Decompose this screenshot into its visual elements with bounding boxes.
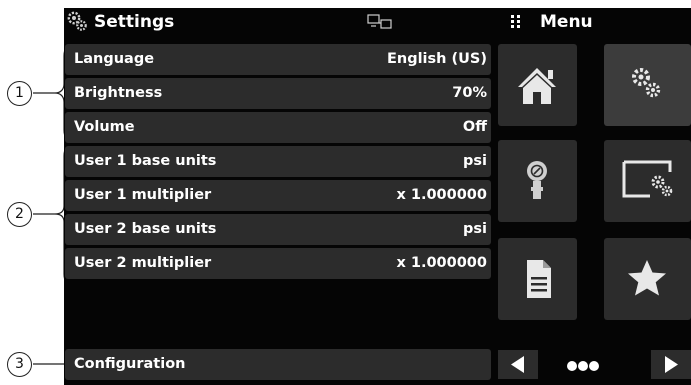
previous-page-button[interactable] [498,350,538,379]
settings-row-user1-base-units[interactable]: User 1 base units psi [65,146,491,177]
settings-gears-icon [67,11,87,31]
row-label: User 2 multiplier [74,255,212,271]
menu-tile-pressure[interactable] [498,140,577,222]
settings-row-user1-multiplier[interactable]: User 1 multiplier x 1.000000 [65,180,491,211]
page-indicator-dots-icon [567,361,599,371]
settings-gears-icon [632,68,661,98]
row-label: User 1 multiplier [74,187,212,203]
menu-tile-settings[interactable] [604,44,691,126]
configuration-label: Configuration [74,356,186,372]
callout-3: 3 [7,352,32,377]
triangle-right-icon [665,356,678,373]
row-label: Language [74,51,155,67]
menu-tile-favorites[interactable] [604,238,691,320]
row-value: English (US) [386,51,487,67]
row-label: Brightness [74,85,163,101]
callout-2: 2 [7,202,32,227]
page-title: Settings [94,12,175,32]
row-label: Volume [74,119,135,135]
menu-tile-display[interactable] [604,140,691,222]
menu-tile-home[interactable] [498,44,577,126]
row-value: psi [463,153,487,169]
row-value: 70% [452,85,487,101]
grip-icon [511,15,520,28]
menu-tile-document[interactable] [498,238,577,320]
row-value: x 1.000000 [396,255,487,271]
document-icon [527,260,551,298]
next-page-button[interactable] [651,350,691,379]
home-icon [518,68,556,104]
row-value: x 1.000000 [396,187,487,203]
row-label: User 1 base units [74,153,217,169]
row-label: User 2 base units [74,221,217,237]
settings-row-user2-multiplier[interactable]: User 2 multiplier x 1.000000 [65,248,491,279]
settings-row-volume[interactable]: Volume Off [65,112,491,143]
configuration-button[interactable]: Configuration [65,349,491,380]
star-icon [628,260,666,296]
display-settings-icon [622,160,673,198]
settings-row-user2-base-units[interactable]: User 2 base units psi [65,214,491,245]
settings-row-language[interactable]: Language English (US) [65,44,491,75]
callout-1: 1 [7,81,32,106]
triangle-left-icon [511,356,524,373]
menu-label: Menu [540,12,593,32]
row-value: Off [462,119,487,135]
connection-status-icon [367,14,392,29]
settings-row-brightness[interactable]: Brightness 70% [65,78,491,109]
pressure-gauge-icon [527,161,547,199]
row-value: psi [463,221,487,237]
